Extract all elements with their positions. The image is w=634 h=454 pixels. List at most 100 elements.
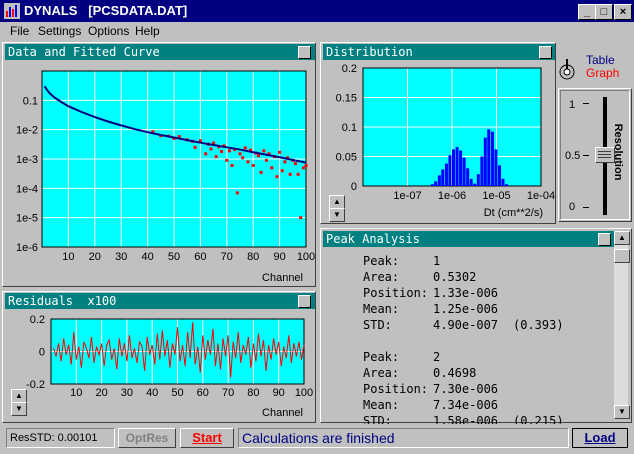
residuals-y-tick-label: 0 xyxy=(39,347,45,359)
fit-panel-button[interactable] xyxy=(298,46,311,59)
fit-x-tick-label: 30 xyxy=(115,251,127,263)
residuals-x-tick-label: 30 xyxy=(121,387,133,399)
close-button[interactable]: × xyxy=(614,4,632,20)
distribution-bar xyxy=(430,184,434,186)
distribution-bar xyxy=(494,149,498,186)
distribution-bar xyxy=(444,163,448,186)
fit-y-tick-label: 1e-2 xyxy=(16,125,38,137)
start-button[interactable]: Start xyxy=(180,428,234,448)
fit-x-tick-label: 20 xyxy=(89,251,101,263)
residuals-x-tick-label: 80 xyxy=(247,387,259,399)
distribution-bar xyxy=(459,150,463,186)
fit-x-tick-label: 10 xyxy=(62,251,74,263)
fit-data-point xyxy=(299,216,303,220)
fit-data-point xyxy=(193,145,197,149)
fit-y-ticks: 0.1 1e-2 1e-3 1e-4 1e-5 1e-6 xyxy=(16,95,38,254)
peak-row: STD: 4.90e-007 (0.393) xyxy=(363,317,613,333)
fit-data-point xyxy=(225,158,229,162)
peak-field-label: Peak: xyxy=(363,254,400,268)
fit-data-point xyxy=(275,175,279,179)
peak-field-value: 2 xyxy=(433,350,441,364)
peak-scroll-up[interactable]: ▲ xyxy=(614,231,630,245)
fit-x-tick-label: 40 xyxy=(141,251,153,263)
distribution-bar xyxy=(476,174,480,186)
distribution-x-axis-label: Dt (cm**2/s) xyxy=(484,207,543,219)
resolution-label: Resolution xyxy=(612,123,624,181)
peak-field-value: 4.90e-007 xyxy=(433,318,499,332)
peak-field-label: Mean: xyxy=(363,302,400,316)
window-title: DYNALS [PCSDATA.DAT] xyxy=(24,3,188,18)
fit-data-point xyxy=(283,160,287,164)
arrow-down-icon: ▼ xyxy=(618,407,626,416)
maximize-button[interactable]: □ xyxy=(595,4,613,20)
distribution-bar xyxy=(437,175,441,186)
residuals-x-tick-label: 50 xyxy=(171,387,183,399)
peak-list: Peak: 1 Area: 0.5302 Position: 1.33e-006 Mean:… xyxy=(363,253,613,429)
peak-scroll-thumb[interactable] xyxy=(614,249,630,263)
maximize-icon: □ xyxy=(600,6,608,18)
peak-field-value: 7.30e-006 xyxy=(433,382,499,396)
graph-view-label[interactable]: Graph xyxy=(586,66,619,80)
minimize-button[interactable]: _ xyxy=(578,4,596,20)
residuals-chart: 0.2 0 -0.2 10 20 30 40 50 60 70 80 90 100 Channel xyxy=(26,314,313,419)
fit-y-tick-label: 1e-3 xyxy=(16,154,38,166)
peak-field-label: STD: xyxy=(363,318,392,332)
distribution-bar xyxy=(473,183,477,186)
residuals-x-tick-label: 70 xyxy=(222,387,234,399)
residuals-panel-button[interactable] xyxy=(298,295,311,308)
peak-scrollbar[interactable]: ▲ ▼ xyxy=(614,231,630,419)
menu-options[interactable]: Options xyxy=(88,24,129,38)
load-button[interactable]: Load xyxy=(572,428,628,448)
toggle-switch-icon xyxy=(559,59,575,80)
distribution-bar xyxy=(434,181,438,186)
resolution-tick-min: 0 xyxy=(569,201,576,213)
residuals-x-tick-label: 20 xyxy=(95,387,107,399)
minimize-icon: _ xyxy=(583,6,591,18)
fit-data-point xyxy=(296,172,300,176)
fit-data-point xyxy=(251,164,255,168)
peak-field-label: Peak: xyxy=(363,350,400,364)
view-toggle-switch[interactable] xyxy=(558,54,576,84)
fit-data-point xyxy=(304,164,308,168)
fit-data-point xyxy=(238,152,242,156)
peak-row: Peak: 1 xyxy=(363,253,613,269)
peak-field-value: 0.5302 xyxy=(433,270,477,284)
fit-data-point xyxy=(230,164,234,168)
menu-help[interactable]: Help xyxy=(135,24,160,38)
peak-field-value: 1 xyxy=(433,254,441,268)
optres-button[interactable]: OptRes xyxy=(118,428,176,448)
distribution-x-tick-label: 1e-04 xyxy=(527,190,555,202)
peak-block: Peak: 1 Area: 0.5302 Position: 1.33e-006 Mean:… xyxy=(363,253,613,333)
status-bar: ResSTD: 0.00101 OptRes Start Calculation… xyxy=(0,424,634,454)
fit-data-point xyxy=(259,170,263,174)
fit-data-point xyxy=(227,149,231,153)
distribution-bar xyxy=(490,131,494,186)
peak-panel-button[interactable] xyxy=(598,233,611,246)
peak-block: Peak: 2 Area: 0.4698 Position: 7.30e-006 Mean:… xyxy=(363,349,613,429)
app-icon xyxy=(4,3,20,19)
fit-y-tick-label: 1e-6 xyxy=(16,242,38,254)
peak-row: Area: 0.4698 xyxy=(363,365,613,381)
peak-panel: Peak Analysis ▲ ▼ Peak: 1 Area: 0.5302 Posit… xyxy=(320,228,632,428)
table-view-label[interactable]: Table xyxy=(586,53,615,67)
peak-field-label: Area: xyxy=(363,270,400,284)
peak-scroll-down[interactable]: ▼ xyxy=(614,405,630,419)
residuals-x-axis-label: Channel xyxy=(262,407,303,419)
distribution-bar xyxy=(441,169,445,186)
distribution-bar xyxy=(505,184,509,186)
peak-row: Mean: 7.34e-006 xyxy=(363,397,613,413)
distribution-panel-button[interactable] xyxy=(539,46,552,59)
distribution-x-ticks: 1e-07 1e-06 1e-05 1e-04 xyxy=(393,190,555,202)
menu-file[interactable]: File xyxy=(10,24,29,38)
residuals-y-ticks: 0.2 0 -0.2 xyxy=(26,314,45,391)
residuals-y-tick-label: -0.2 xyxy=(26,379,45,391)
distribution-bar xyxy=(480,156,484,186)
fit-data-point xyxy=(293,162,297,166)
fit-x-tick-label: 60 xyxy=(194,251,206,263)
residuals-x-tick-label: 60 xyxy=(197,387,209,399)
residuals-x-tick-label: 100 xyxy=(295,387,313,399)
resolution-tick-max: 1 xyxy=(569,99,576,111)
fit-data-point xyxy=(220,150,224,154)
menu-settings[interactable]: Settings xyxy=(38,24,81,38)
distribution-y-tick-label: 0.05 xyxy=(336,152,357,164)
